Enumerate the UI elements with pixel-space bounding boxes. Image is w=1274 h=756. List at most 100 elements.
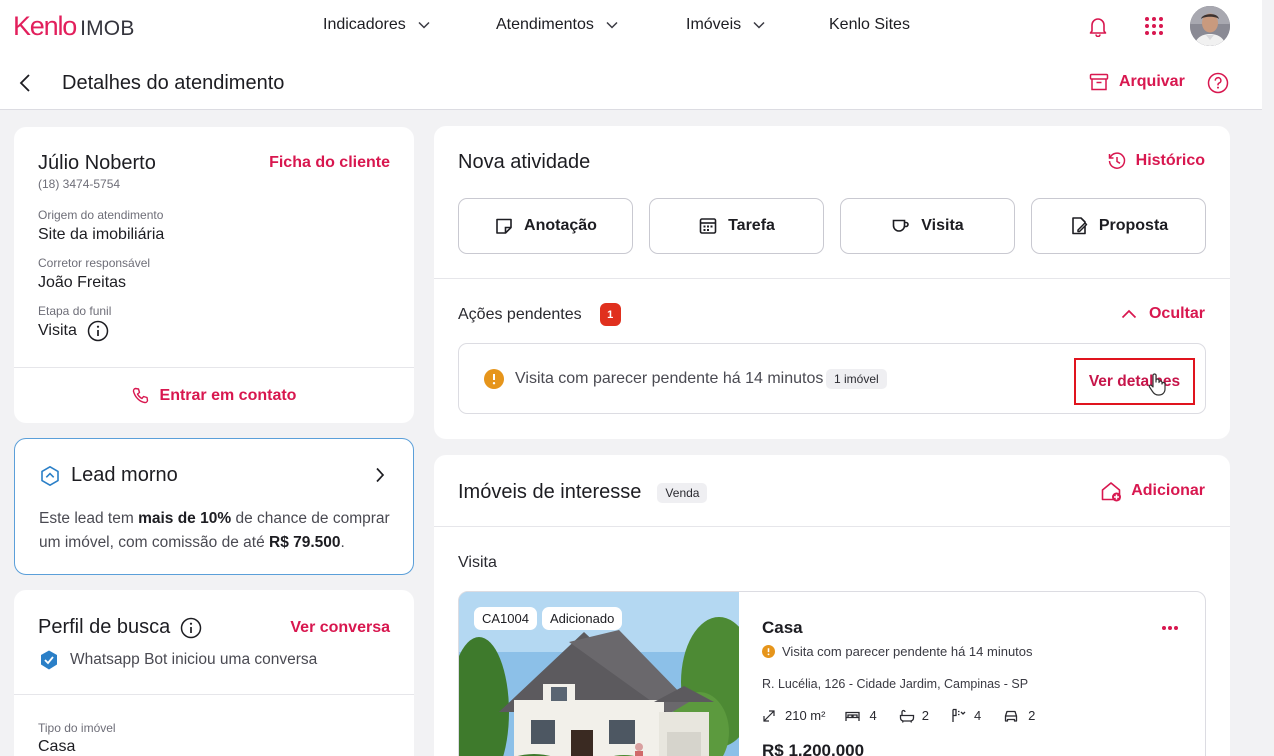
button-label: Visita: [921, 217, 964, 234]
view-details-button[interactable]: Ver detalhes: [1074, 358, 1195, 405]
property-features: 210 m² 4 2 4 2: [762, 708, 1035, 723]
page-header: Detalhes do atendimento Arquivar: [0, 56, 1262, 110]
pending-item-text: Visita com parecer pendente há 14 minuto…: [515, 370, 824, 387]
property-status-tag: Adicionado: [542, 607, 623, 630]
interest-title-row: Imóveis de interesse Venda: [458, 481, 708, 504]
hexagon-chevron-icon: [41, 465, 59, 486]
car-icon: [1005, 710, 1018, 722]
nav-imoveis[interactable]: Imóveis: [686, 16, 765, 34]
archive-button[interactable]: Arquivar: [1089, 72, 1185, 92]
help-circle-icon[interactable]: [1207, 72, 1229, 94]
proposal-icon: [1072, 217, 1088, 235]
visit-icon: [892, 219, 910, 232]
search-profile-card: Perfil de busca Ver conversa Whatsapp Bo…: [14, 590, 414, 756]
broker-value: João Freitas: [38, 274, 127, 291]
search-profile-title: Perfil de busca: [38, 616, 171, 638]
client-profile-link[interactable]: Ficha do cliente: [269, 154, 390, 172]
nav-indicadores[interactable]: Indicadores: [323, 16, 430, 34]
calendar-icon: [699, 218, 717, 234]
chevron-up-icon: [1121, 309, 1137, 319]
nav-label: Indicadores: [323, 16, 406, 33]
property-parking: 2: [1028, 708, 1036, 723]
apps-grid-icon[interactable]: [1144, 16, 1164, 36]
activity-proposal-button[interactable]: Proposta: [1031, 198, 1206, 254]
property-type-label: Tipo do imóvel: [38, 721, 116, 735]
lead-score-card[interactable]: Lead morno Este lead tem mais de 10% de …: [14, 438, 414, 575]
more-options-icon[interactable]: [1161, 625, 1179, 631]
lead-text: .: [340, 534, 345, 551]
info-icon[interactable]: [87, 320, 109, 342]
lead-chance-bold: mais de 10%: [138, 510, 232, 527]
property-suites: 4: [973, 708, 982, 723]
divider: [14, 694, 414, 695]
bell-icon[interactable]: [1087, 15, 1109, 37]
visit-section-label: Visita: [458, 554, 497, 571]
client-phone: (18) 3474-5754: [38, 177, 121, 191]
hide-pending-button[interactable]: Ocultar: [1121, 305, 1205, 323]
contact-label: Entrar em contato: [159, 386, 297, 404]
button-label: Tarefa: [728, 217, 775, 234]
chevron-down-icon: [753, 21, 765, 29]
lead-text: um imóvel, com comissão de até: [39, 534, 270, 551]
kenlo-imob-logo[interactable]: Kenlo IMOB: [13, 13, 135, 41]
hide-label: Ocultar: [1148, 305, 1205, 322]
archive-box-icon: [1089, 73, 1109, 91]
bed-icon: [845, 711, 861, 721]
nav-label: Atendimentos: [496, 16, 594, 33]
page-title: Detalhes do atendimento: [62, 72, 285, 94]
warning-icon: [484, 369, 504, 389]
history-label: Histórico: [1135, 152, 1205, 169]
pending-item-badge: 1 imóvel: [826, 369, 887, 389]
origin-label: Origem do atendimento: [38, 208, 164, 222]
property-code-tag: CA1004: [474, 607, 537, 630]
broker-label: Corretor responsável: [38, 256, 151, 270]
activity-note-button[interactable]: Anotação: [458, 198, 633, 254]
search-profile-title-row: Perfil de busca: [38, 616, 202, 639]
origin-value: Site da imobiliária: [38, 226, 165, 243]
lead-commission-bold: R$ 79.500: [269, 534, 341, 551]
divider: [434, 526, 1230, 527]
client-card: Júlio Noberto (18) 3474-5754 Ficha do cl…: [14, 127, 414, 423]
pending-count-badge: 1: [599, 303, 621, 326]
bot-message-row: Whatsapp Bot iniciou uma conversa: [38, 649, 317, 671]
phone-icon: [132, 387, 148, 403]
property-bedrooms: 4: [869, 708, 877, 723]
property-area: 210 m²: [785, 708, 826, 723]
funnel-label: Etapa do funil: [38, 304, 112, 318]
add-property-button[interactable]: Adicionar: [1100, 480, 1205, 502]
button-label: Anotação: [524, 217, 597, 234]
property-photo[interactable]: CA1004 Adicionado: [459, 592, 739, 756]
button-label: Proposta: [1098, 217, 1169, 234]
history-button[interactable]: Histórico: [1107, 151, 1205, 171]
logo-secondary: IMOB: [80, 17, 135, 40]
user-avatar[interactable]: [1190, 6, 1230, 46]
back-arrow-icon[interactable]: [18, 73, 32, 93]
funnel-row: Visita: [38, 320, 109, 342]
chevron-down-icon: [418, 21, 430, 29]
client-name: Júlio Noberto: [38, 152, 156, 174]
top-navigation-bar: Kenlo IMOB Indicadores Atendimentos Imóv…: [0, 0, 1262, 56]
divider: [434, 278, 1230, 279]
pending-actions-title: Ações pendentes: [458, 305, 582, 323]
pending-actions-header: Ações pendentes 1: [458, 303, 621, 326]
lead-text: Este lead tem: [39, 510, 139, 527]
property-type: Casa: [762, 618, 803, 637]
add-label: Adicionar: [1131, 482, 1205, 499]
chevron-right-icon[interactable]: [375, 467, 385, 483]
info-icon[interactable]: [180, 617, 202, 639]
activity-visit-button[interactable]: Visita: [840, 198, 1015, 254]
bathtub-icon: [899, 709, 914, 723]
view-conversation-link[interactable]: Ver conversa: [290, 619, 390, 637]
activity-card: Nova atividade Histórico Anotação Tarefa…: [434, 126, 1230, 439]
nav-kenlo-sites[interactable]: Kenlo Sites: [829, 16, 910, 34]
activity-task-button[interactable]: Tarefa: [649, 198, 824, 254]
archive-label: Arquivar: [1119, 73, 1185, 90]
properties-of-interest-card: Imóveis de interesse Venda Adicionar Vis…: [434, 455, 1230, 756]
suite-icon: [952, 708, 966, 722]
funnel-value: Visita: [38, 322, 77, 339]
property-card[interactable]: CA1004 Adicionado Casa Visita com parece…: [458, 591, 1206, 756]
nav-atendimentos[interactable]: Atendimentos: [496, 16, 618, 34]
contact-button[interactable]: Entrar em contato: [14, 368, 414, 423]
activity-title: Nova atividade: [458, 151, 591, 173]
chevron-down-icon: [606, 21, 618, 29]
